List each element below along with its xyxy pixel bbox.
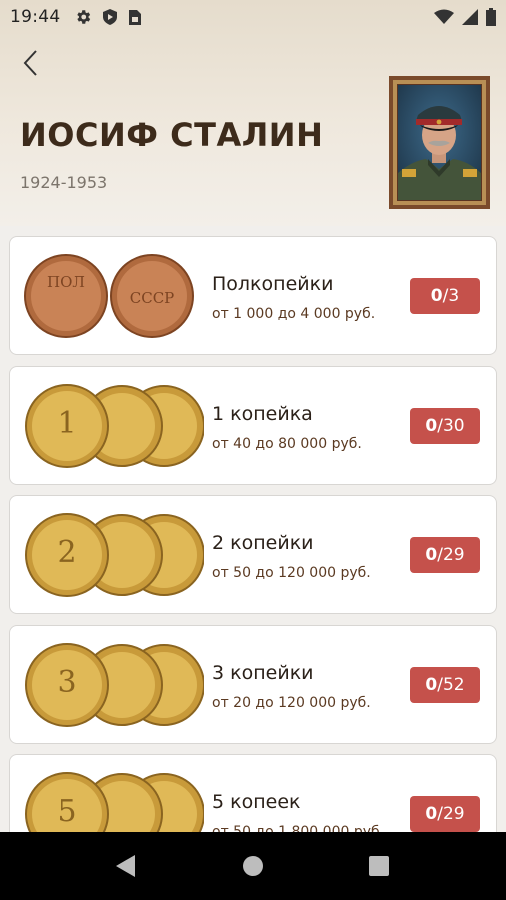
collection-count-badge: 0/29 xyxy=(410,796,480,832)
coin-price-range: от 50 до 1 800 000 руб. xyxy=(212,824,385,832)
status-time: 19:44 xyxy=(10,7,61,27)
battery-icon xyxy=(486,8,496,26)
home-circle-icon xyxy=(243,856,263,876)
total-count: /52 xyxy=(437,674,465,695)
wifi-icon xyxy=(434,9,454,24)
coin-image: ПОЛ СССР xyxy=(24,254,194,338)
svg-text:СССР: СССР xyxy=(130,289,175,307)
svg-text:1: 1 xyxy=(57,406,76,441)
coin-thumbnail: ПОЛ СССР xyxy=(24,251,204,341)
coin-image: 1 xyxy=(25,383,205,468)
coin-title: 1 копейка xyxy=(212,402,313,425)
coin-title: Полкопейки xyxy=(212,273,334,295)
coin-price-range: от 50 до 120 000 руб. xyxy=(212,565,371,581)
sim-card-icon xyxy=(129,9,141,25)
ruler-portrait xyxy=(389,76,490,209)
chevron-left-icon xyxy=(23,50,37,76)
coin-title: 2 копейки xyxy=(212,532,314,554)
signal-icon xyxy=(462,9,478,25)
coin-price-range: от 20 до 120 000 руб. xyxy=(212,694,371,711)
coin-image: 5 xyxy=(25,772,205,832)
svg-text:2: 2 xyxy=(57,535,76,570)
collection-count-badge: 0/30 xyxy=(410,407,480,444)
collected-count: 0 xyxy=(425,804,438,824)
coin-image: 3 xyxy=(25,642,205,727)
coin-thumbnail: 5 xyxy=(24,769,205,832)
navigation-bar xyxy=(0,832,506,900)
coin-card[interactable]: 5 5 копеек от 50 до 1 800 000 руб. 0/29 xyxy=(9,754,497,832)
ruler-years: 1924-1953 xyxy=(20,173,108,192)
coin-title: 3 копейки xyxy=(212,661,314,684)
gear-icon xyxy=(77,10,91,24)
coin-price-range: от 40 до 80 000 руб. xyxy=(212,435,362,452)
collected-count: 0 xyxy=(425,415,438,436)
total-count: /3 xyxy=(442,286,460,306)
total-count: /30 xyxy=(437,415,465,436)
coin-thumbnail: 3 xyxy=(24,640,205,730)
collected-count: 0 xyxy=(425,674,438,695)
collected-count: 0 xyxy=(430,286,443,306)
collected-count: 0 xyxy=(425,545,438,565)
collection-count-badge: 0/29 xyxy=(410,537,480,573)
total-count: /29 xyxy=(437,545,465,565)
back-triangle-icon xyxy=(116,855,135,877)
status-bar: 19:44 xyxy=(0,0,506,34)
svg-text:3: 3 xyxy=(57,665,76,700)
nav-recents-button[interactable] xyxy=(368,854,390,882)
svg-text:5: 5 xyxy=(57,794,76,829)
coin-card[interactable]: 2 2 копейки от 50 до 120 000 руб. 0/29 xyxy=(9,495,497,614)
back-button[interactable] xyxy=(14,46,48,80)
svg-text:ПОЛ: ПОЛ xyxy=(47,273,85,291)
shield-play-icon xyxy=(103,9,117,25)
recents-square-icon xyxy=(369,856,389,876)
coin-title: 5 копеек xyxy=(212,791,301,813)
page-title: ИОСИФ СТАЛИН xyxy=(20,116,324,154)
collection-count-badge: 0/52 xyxy=(410,666,480,703)
nav-home-button[interactable] xyxy=(242,854,264,882)
coin-card[interactable]: ПОЛ СССР Полкопейки от 1 000 до 4 000 руб. 0… xyxy=(9,236,497,355)
coin-image: 2 xyxy=(25,513,205,597)
coin-card[interactable]: 1 1 копейка от 40 до 80 000 руб. 0/30 xyxy=(9,365,497,485)
portrait-image xyxy=(397,84,482,201)
coin-card[interactable]: 3 3 копейки от 20 до 120 000 руб. 0/52 xyxy=(9,624,497,744)
coin-thumbnail: 2 xyxy=(24,510,205,600)
coin-thumbnail: 1 xyxy=(24,381,205,471)
nav-back-button[interactable] xyxy=(115,854,137,882)
total-count: /29 xyxy=(437,804,465,824)
coin-price-range: от 1 000 до 4 000 руб. xyxy=(212,306,376,322)
coin-list[interactable]: ПОЛ СССР Полкопейки от 1 000 до 4 000 руб. 0… xyxy=(0,226,506,832)
collection-count-badge: 0/3 xyxy=(410,278,480,314)
